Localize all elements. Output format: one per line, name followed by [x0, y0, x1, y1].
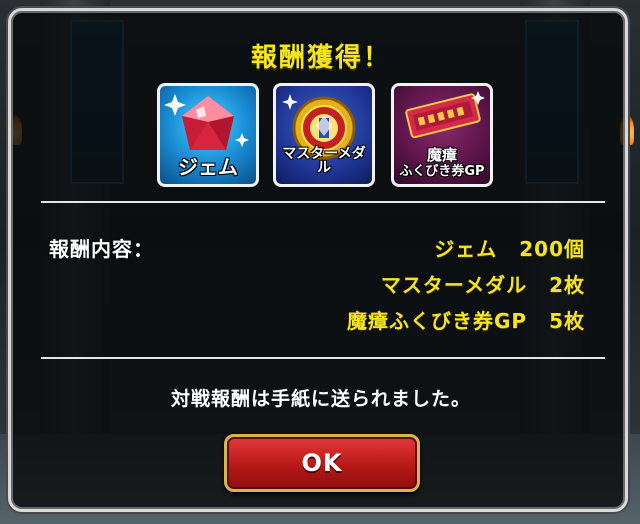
rewards-label: 報酬内容： [49, 237, 154, 261]
reward-item-lottery-ticket[interactable]: 魔瘴 ふくびき券GP [391, 83, 493, 187]
reward-qty: 2枚 [549, 273, 585, 297]
ok-button[interactable]: OK [224, 434, 420, 492]
reward-item-caption: ジェム [178, 155, 238, 179]
reward-qty: 5枚 [549, 309, 585, 333]
mail-note: 対戦報酬は手紙に送られました。 [170, 388, 471, 410]
reward-item-gem[interactable]: ジェム [157, 83, 259, 187]
reward-row: ジェム 200個 [434, 233, 585, 262]
dialog-title: 報酬獲得！ [250, 43, 391, 73]
reward-name: ジェム [434, 237, 498, 261]
reward-name: マスターメダル [380, 273, 528, 297]
reward-item-caption-line1: 魔瘴 [426, 146, 457, 164]
reward-qty: 200個 [519, 237, 585, 261]
reward-item-list: ジェム マスターメダル 魔瘴 ふくびき券GP [11, 83, 631, 195]
reward-item-master-medal[interactable]: マスターメダル [273, 83, 375, 187]
divider [41, 201, 605, 203]
reward-row: 魔瘴ふくびき券GP 5枚 [347, 305, 585, 334]
reward-item-caption-line2: ふくびき券GP [399, 164, 485, 179]
ok-button-label: OK [301, 449, 343, 477]
reward-row: マスターメダル 2枚 [381, 269, 585, 298]
divider [41, 357, 605, 359]
reward-dialog: 報酬獲得！ ジェム マスターメダル 魔瘴 ふくびき券GP 報酬内容： ジェム 2… [8, 8, 628, 512]
reward-name: 魔瘴ふくびき券GP [347, 309, 528, 333]
reward-item-caption: マスターメダル [282, 146, 366, 176]
